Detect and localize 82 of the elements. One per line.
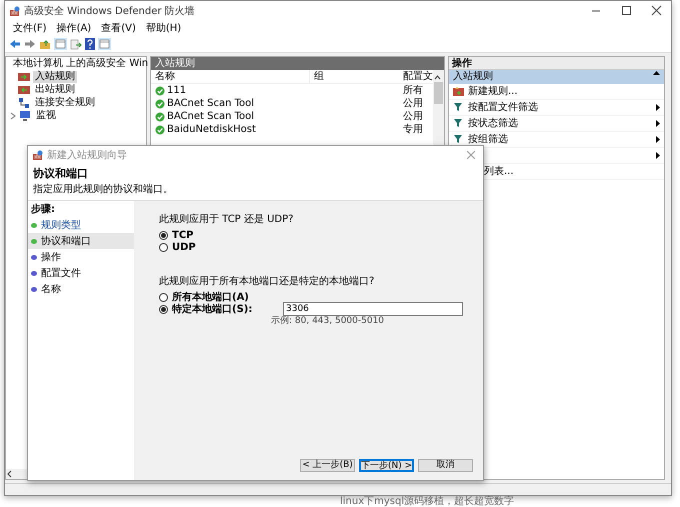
radio-button[interactable] [159, 292, 168, 302]
dialog-description: 指定应用此规则的协议和端口。 [33, 182, 174, 197]
forward-icon[interactable] [24, 39, 36, 49]
check-icon [155, 112, 165, 122]
tree-item[interactable]: 监视 [34, 110, 58, 122]
back-icon[interactable] [9, 39, 21, 49]
table-cell: BACnet Scan Tool [167, 110, 254, 123]
background-text: linux下mysql源码移植，超长超宽数字 [340, 496, 514, 507]
radio-option[interactable]: UDP [159, 241, 483, 253]
step-item[interactable]: 协议和端口 [28, 233, 134, 249]
step-item[interactable]: 名称 [28, 281, 134, 297]
radio-option[interactable]: 特定本地端口(S): 3306 [159, 303, 483, 315]
menu-item[interactable]: 文件(F) [11, 22, 49, 35]
radio-option[interactable]: TCP [159, 229, 483, 241]
column-header[interactable]: 名称 [151, 70, 309, 83]
filter-icon [453, 102, 464, 113]
action-link[interactable]: 按配置文件筛选 [468, 100, 538, 115]
firewall-icon [9, 6, 20, 16]
filter-icon [453, 118, 464, 129]
tree-item[interactable]: 出站规则 [33, 84, 77, 96]
table-cell: BACnet Scan Tool [167, 97, 254, 110]
expand-icon[interactable] [10, 112, 16, 120]
port-input[interactable]: 3306 [283, 302, 463, 316]
table-cell-text: 公用 [402, 110, 424, 123]
radio-button[interactable] [159, 242, 168, 252]
tree-item[interactable]: 本地计算机 上的高级安全 Win [11, 58, 150, 70]
action-link[interactable]: 新建规则... [468, 84, 518, 99]
firewall-icon [32, 150, 43, 160]
example-text: 示例: 80, 443, 5000-5010 [270, 315, 386, 327]
column-header[interactable]: 组 [309, 70, 401, 83]
wizard-button[interactable]: 取消 [418, 459, 473, 472]
dialog-heading: 协议和端口 [33, 166, 89, 182]
scroll-up-icon[interactable] [433, 73, 442, 82]
table-cell: 111 [167, 84, 186, 97]
action-link[interactable]: 按状态筛选 [468, 116, 518, 131]
table-cell: BaiduNetdiskHost [167, 123, 256, 136]
window-title: 高级安全 Windows Defender 防火墙 [24, 4, 195, 18]
submenu-arrow-icon[interactable] [656, 136, 660, 143]
step-item[interactable]: 操作 [28, 249, 134, 265]
wizard-button[interactable]: < 上一步(B) [300, 459, 355, 472]
radio-button[interactable] [159, 230, 168, 240]
action-link[interactable]: 列表... [484, 164, 514, 179]
menu-item[interactable]: 帮助(H) [144, 22, 184, 35]
question-text: 此规则应用于 TCP 还是 UDP? [159, 213, 294, 226]
close-icon [467, 151, 475, 159]
step-item[interactable]: 配置文件 [28, 265, 134, 281]
steps-title: 步骤: [30, 203, 56, 217]
menu-item[interactable]: 查看(V) [99, 22, 138, 35]
panel-title: 入站规则 [151, 57, 444, 70]
panel-title: 操作 [449, 57, 664, 70]
firewall-icon [18, 70, 30, 82]
section-header[interactable]: 入站规则 [449, 70, 664, 84]
action-link[interactable]: 按组筛选 [468, 132, 508, 147]
submenu-arrow-icon[interactable] [656, 152, 660, 159]
dialog-title: 新建入站规则向导 [47, 148, 127, 162]
radio-button[interactable] [159, 304, 168, 314]
export-icon[interactable] [70, 38, 82, 50]
submenu-arrow-icon[interactable] [656, 120, 660, 127]
step-item[interactable]: 规则类型 [28, 217, 134, 233]
check-icon [155, 86, 165, 96]
scroll-left-icon[interactable] [6, 470, 14, 478]
close-button[interactable] [467, 151, 475, 159]
firewall-icon [18, 84, 30, 96]
question-text: 此规则应用于所有本地端口还是特定的本地端口? [159, 275, 376, 288]
monitor-icon [19, 110, 31, 122]
tree-item[interactable]: 连接安全规则 [33, 96, 97, 108]
check-icon [155, 98, 165, 108]
radio-option[interactable]: 所有本地端口(A) [159, 291, 483, 303]
wizard-button[interactable]: 下一步(N) > [359, 459, 414, 472]
scroll-thumb[interactable] [434, 82, 443, 104]
column-header[interactable]: 配置文 [401, 70, 433, 83]
menu-item[interactable]: 操作(A) [54, 22, 94, 35]
table-cell-text: 所有 [402, 84, 424, 97]
table-cell-text: 公用 [402, 97, 424, 110]
panel-icon[interactable] [54, 38, 67, 50]
help-icon[interactable] [85, 38, 95, 50]
check-icon [155, 124, 165, 134]
table-cell-text: 专用 [402, 123, 424, 136]
submenu-arrow-icon[interactable] [656, 104, 660, 111]
network-icon [18, 96, 30, 108]
tree-item[interactable]: 入站规则 [33, 70, 77, 82]
folder-up-icon[interactable] [39, 38, 51, 50]
